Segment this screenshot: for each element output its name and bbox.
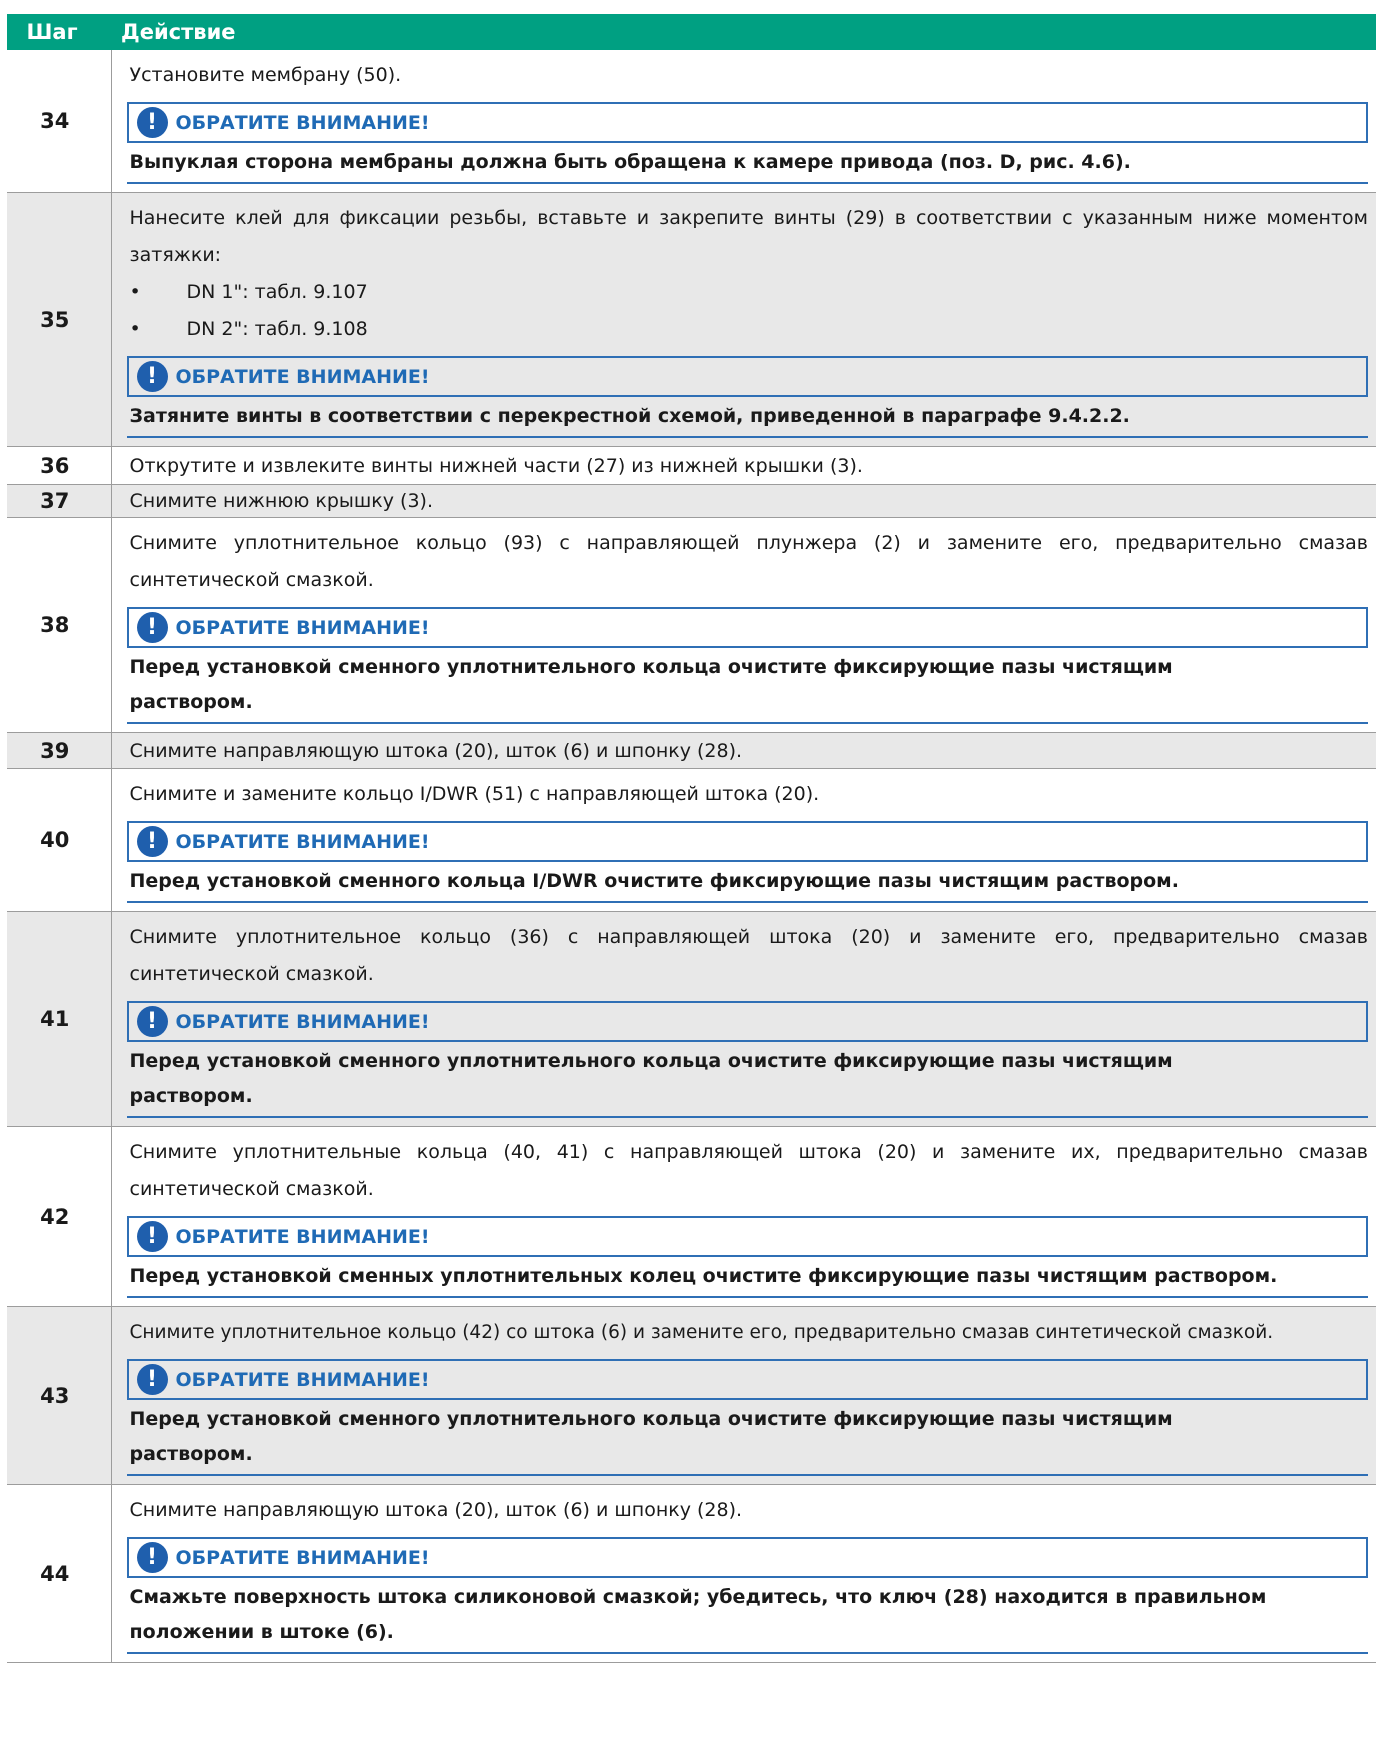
step-number: 39	[7, 732, 112, 769]
notice-title: ОБРАТИТЕ ВНИМАНИЕ!	[175, 365, 430, 388]
step-action: Снимите направляющую штока (20), шток (6…	[111, 1484, 1377, 1663]
notice-text: Перед установкой сменного кольца I/DWR о…	[126, 862, 1368, 903]
step-number: 38	[7, 517, 112, 733]
table-row: 35 Нанесите клей для фиксации резьбы, вс…	[7, 192, 1377, 447]
step-text: Снимите уплотнительное кольцо (42) со шт…	[129, 1322, 1274, 1343]
header-action: Действие	[111, 14, 1376, 50]
notice-text: Выпуклая сторона мембраны должна быть об…	[126, 143, 1368, 184]
header-step: Шаг	[7, 14, 111, 50]
step-number: 42	[7, 1126, 112, 1307]
notice-title: ОБРАТИТЕ ВНИМАНИЕ!	[175, 1010, 430, 1033]
table-row: 44 Снимите направляющую штока (20), шток…	[7, 1484, 1377, 1663]
step-action: Снимите уплотнительное кольцо (42) со шт…	[111, 1306, 1377, 1485]
step-action: Снимите уплотнительные кольца (40, 41) с…	[111, 1126, 1377, 1307]
table-row: 41 Снимите уплотнительное кольцо (36) с …	[7, 911, 1377, 1127]
step-action: Снимите уплотнительное кольцо (36) с нап…	[111, 911, 1377, 1127]
table-row: 40 Снимите и замените кольцо I/DWR (51) …	[7, 768, 1377, 912]
steps-table: Шаг Действие 34 Установите мембрану (50)…	[7, 14, 1376, 1663]
exclamation-circle-icon: !	[136, 107, 168, 138]
list-item: • DN 2": табл. 9.108	[129, 318, 368, 340]
step-action: Снимите и замените кольцо I/DWR (51) с н…	[111, 768, 1377, 912]
table-row: 37 Снимите нижнюю крышку (3).	[7, 484, 1376, 518]
exclamation-circle-icon: !	[136, 1221, 168, 1252]
notice-title: ОБРАТИТЕ ВНИМАНИЕ!	[175, 1546, 430, 1569]
notice-header: ! ОБРАТИТЕ ВНИМАНИЕ!	[126, 1216, 1368, 1257]
notice-block: ! ОБРАТИТЕ ВНИМАНИЕ! Перед установкой см…	[126, 1359, 1377, 1476]
step-action: Установите мембрану (50). ! ОБРАТИТЕ ВНИ…	[111, 50, 1376, 193]
notice-block: ! ОБРАТИТЕ ВНИМАНИЕ! Затяните винты в со…	[126, 356, 1377, 438]
exclamation-circle-icon: !	[136, 1542, 168, 1573]
notice-header: ! ОБРАТИТЕ ВНИМАНИЕ!	[126, 821, 1368, 862]
step-text: Установите мембрану (50).	[129, 64, 402, 86]
table-header: Шаг Действие	[7, 14, 1376, 50]
step-number: 44	[7, 1484, 112, 1663]
notice-title: ОБРАТИТЕ ВНИМАНИЕ!	[175, 1225, 430, 1248]
step-number: 41	[7, 911, 112, 1127]
notice-block: ! ОБРАТИТЕ ВНИМАНИЕ! Перед установкой см…	[126, 1216, 1377, 1298]
step-text: Снимите уплотнительное кольцо (36) с нап…	[129, 926, 1369, 985]
notice-text: Перед установкой сменного уплотнительног…	[126, 1400, 1368, 1476]
notice-title: ОБРАТИТЕ ВНИМАНИЕ!	[175, 1368, 430, 1391]
table-row: 43 Снимите уплотнительное кольцо (42) со…	[7, 1306, 1377, 1485]
step-action: Открутите и извлеките винты нижней части…	[111, 446, 1376, 485]
table-row: 42 Снимите уплотнительные кольца (40, 41…	[7, 1126, 1377, 1307]
step-action: Нанесите клей для фиксации резьбы, встав…	[111, 192, 1377, 447]
step-number: 35	[7, 192, 112, 447]
notice-block: ! ОБРАТИТЕ ВНИМАНИЕ! Перед установкой см…	[126, 607, 1377, 724]
step-text: Открутите и извлеките винты нижней части…	[129, 455, 863, 477]
step-number: 40	[7, 768, 112, 912]
step-number: 36	[7, 446, 112, 485]
step-action: Снимите нижнюю крышку (3).	[111, 484, 1376, 518]
notice-text: Затяните винты в соответствии с перекрес…	[126, 397, 1368, 438]
notice-block: ! ОБРАТИТЕ ВНИМАНИЕ! Перед установкой см…	[126, 821, 1377, 903]
exclamation-circle-icon: !	[136, 826, 168, 857]
notice-text: Перед установкой сменного уплотнительног…	[126, 1042, 1368, 1118]
notice-header: ! ОБРАТИТЕ ВНИМАНИЕ!	[126, 1001, 1368, 1042]
table-row: 39 Снимите направляющую штока (20), шток…	[7, 732, 1376, 769]
exclamation-circle-icon: !	[136, 1006, 168, 1037]
table-row: 34 Установите мембрану (50). ! ОБРАТИТЕ …	[7, 50, 1376, 193]
notice-header: ! ОБРАТИТЕ ВНИМАНИЕ!	[126, 102, 1368, 143]
notice-block: ! ОБРАТИТЕ ВНИМАНИЕ! Выпуклая сторона ме…	[126, 102, 1377, 184]
table-body: 34 Установите мембрану (50). ! ОБРАТИТЕ …	[7, 50, 1376, 1663]
notice-text: Перед установкой сменного уплотнительног…	[126, 648, 1368, 724]
notice-title: ОБРАТИТЕ ВНИМАНИЕ!	[175, 830, 430, 853]
step-number: 43	[7, 1306, 112, 1485]
bullet-list: • DN 1": табл. 9.107 • DN 2": табл. 9.108	[130, 274, 1377, 348]
step-text: Снимите и замените кольцо I/DWR (51) с н…	[129, 783, 820, 805]
notice-title: ОБРАТИТЕ ВНИМАНИЕ!	[175, 616, 430, 639]
notice-header: ! ОБРАТИТЕ ВНИМАНИЕ!	[126, 1359, 1368, 1400]
step-number: 37	[7, 484, 112, 518]
step-text: Снимите уплотнительные кольца (40, 41) с…	[129, 1141, 1369, 1200]
step-text: Нанесите клей для фиксации резьбы, встав…	[129, 207, 1369, 266]
step-action: Снимите направляющую штока (20), шток (6…	[111, 732, 1376, 769]
table-row: 36 Открутите и извлеките винты нижней ча…	[7, 446, 1376, 485]
step-text: Снимите направляющую штока (20), шток (6…	[129, 1499, 743, 1521]
notice-text: Перед установкой сменных уплотнительных …	[126, 1257, 1368, 1298]
step-text: Снимите уплотнительное кольцо (93) с нап…	[129, 532, 1369, 591]
notice-block: ! ОБРАТИТЕ ВНИМАНИЕ! Перед установкой см…	[126, 1001, 1377, 1118]
exclamation-circle-icon: !	[136, 361, 168, 392]
notice-text: Смажьте поверхность штока силиконовой см…	[126, 1578, 1368, 1654]
list-item: • DN 1": табл. 9.107	[129, 281, 368, 303]
step-number: 34	[7, 50, 112, 193]
notice-block: ! ОБРАТИТЕ ВНИМАНИЕ! Смажьте поверхность…	[126, 1537, 1377, 1654]
exclamation-circle-icon: !	[136, 612, 168, 643]
notice-header: ! ОБРАТИТЕ ВНИМАНИЕ!	[126, 607, 1368, 648]
step-action: Снимите уплотнительное кольцо (93) с нап…	[111, 517, 1377, 733]
notice-header: ! ОБРАТИТЕ ВНИМАНИЕ!	[126, 1537, 1368, 1578]
exclamation-circle-icon: !	[136, 1364, 168, 1395]
table-row: 38 Снимите уплотнительное кольцо (93) с …	[7, 517, 1377, 733]
step-text: Снимите нижнюю крышку (3).	[129, 490, 434, 512]
notice-title: ОБРАТИТЕ ВНИМАНИЕ!	[175, 111, 430, 134]
notice-header: ! ОБРАТИТЕ ВНИМАНИЕ!	[126, 356, 1368, 397]
document-page: Шаг Действие 34 Установите мембрану (50)…	[0, 0, 1378, 1753]
step-text: Снимите направляющую штока (20), шток (6…	[129, 740, 743, 762]
